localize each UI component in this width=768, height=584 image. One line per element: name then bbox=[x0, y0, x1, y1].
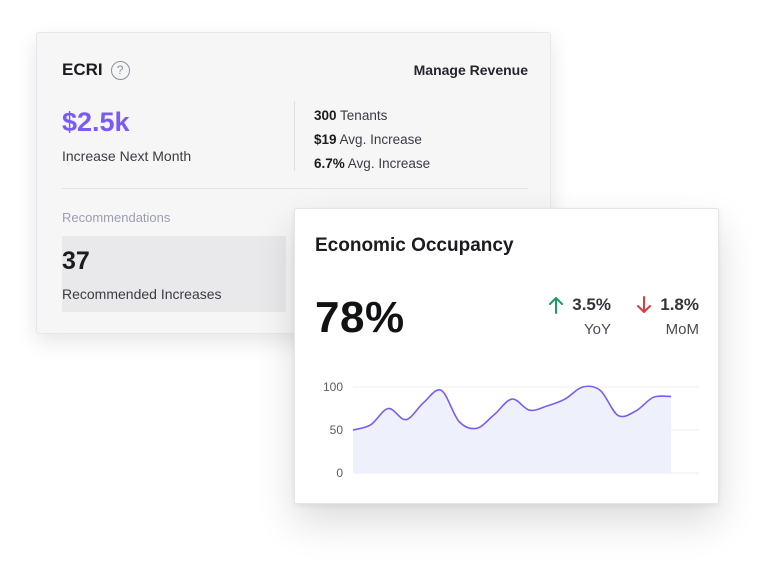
occupancy-title: Economic Occupancy bbox=[315, 235, 514, 256]
increase-caption: Increase Next Month bbox=[62, 148, 192, 164]
question-circle-icon[interactable]: ? bbox=[110, 60, 130, 80]
stat-avg-dollar-label: Avg. Increase bbox=[339, 132, 422, 147]
mom-percent: 1.8% bbox=[660, 295, 699, 314]
recommended-increases-value: 37 bbox=[62, 247, 90, 275]
stat-tenants-value: 300 bbox=[314, 108, 337, 123]
stat-avg-increase-percent: 6.7% Avg. Increase bbox=[314, 152, 430, 176]
occupancy-chart: 100 50 0 bbox=[323, 380, 699, 480]
stat-tenants: 300 Tenants bbox=[314, 104, 430, 128]
arrow-down-icon bbox=[637, 296, 652, 313]
y-tick-label: 0 bbox=[336, 466, 343, 480]
mom-metric: 1.8% MoM bbox=[625, 295, 699, 338]
horizontal-divider bbox=[62, 188, 528, 189]
recommended-increases-caption: Recommended Increases bbox=[62, 286, 222, 302]
recommendations-label: Recommendations bbox=[62, 210, 171, 225]
yoy-label: YoY bbox=[584, 321, 611, 338]
ecri-stats: 300 Tenants $19 Avg. Increase 6.7% Avg. … bbox=[314, 104, 430, 176]
stat-avg-dollar-value: $19 bbox=[314, 132, 337, 147]
yoy-metric: 3.5% YoY bbox=[535, 295, 611, 338]
stat-avg-increase-dollar: $19 Avg. Increase bbox=[314, 128, 430, 152]
ecri-title: ECRI bbox=[62, 60, 103, 79]
recommended-increases-tile[interactable]: 37 Recommended Increases bbox=[62, 236, 286, 312]
stat-avg-percent-value: 6.7% bbox=[314, 156, 345, 171]
vertical-divider bbox=[294, 101, 295, 171]
occupancy-value: 78% bbox=[315, 293, 405, 342]
y-tick-label: 50 bbox=[330, 423, 344, 437]
arrow-up-icon bbox=[549, 297, 564, 314]
stat-avg-percent-label: Avg. Increase bbox=[347, 156, 431, 171]
manage-revenue-link[interactable]: Manage Revenue bbox=[414, 62, 528, 78]
stat-tenants-label: Tenants bbox=[340, 108, 388, 123]
ecri-header: ECRI ? bbox=[62, 60, 130, 80]
mom-label: MoM bbox=[665, 321, 699, 338]
increase-value: $2.5k bbox=[62, 107, 130, 137]
economic-occupancy-card: Economic Occupancy 78% 3.5% YoY 1.8% MoM… bbox=[294, 208, 719, 504]
yoy-percent: 3.5% bbox=[572, 295, 611, 314]
y-tick-label: 100 bbox=[323, 380, 343, 394]
stage: ECRI ? Manage Revenue $2.5k Increase Nex… bbox=[0, 0, 768, 584]
